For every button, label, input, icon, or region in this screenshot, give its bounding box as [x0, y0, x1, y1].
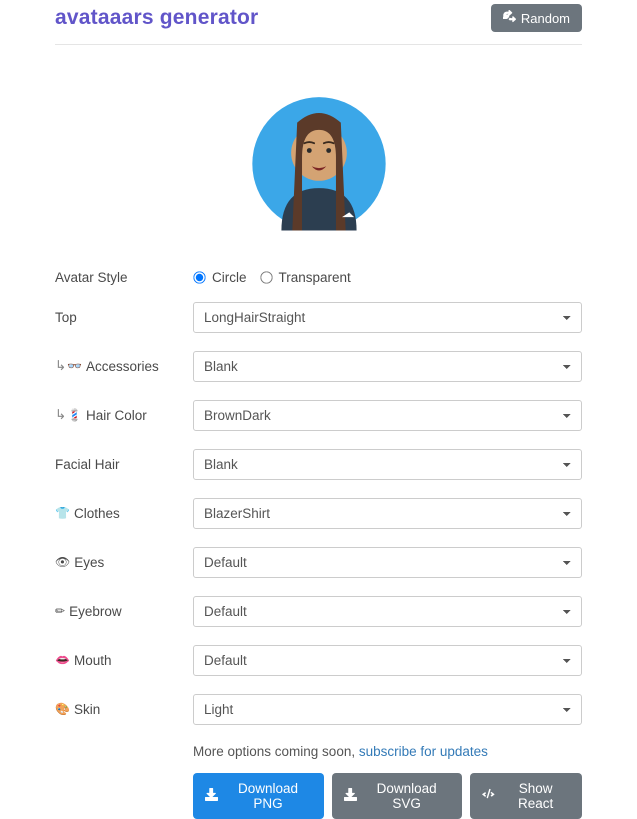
skin-select[interactable]: Light [193, 694, 582, 725]
shuffle-icon [503, 10, 516, 26]
accessories-select[interactable]: Blank [193, 351, 582, 382]
page-title: avataaars generator [55, 6, 258, 30]
avatar-style-transparent-radio[interactable] [260, 271, 272, 283]
avatar-style-label: Avatar Style [55, 270, 193, 285]
show-react-button[interactable]: Show React [470, 773, 582, 819]
eyebrow-select[interactable]: Default [193, 596, 582, 627]
avatar-preview [239, 79, 399, 239]
shirt-icon: 👕 [55, 506, 70, 520]
hair-color-label: ↳ 💈 Hair Color [55, 407, 193, 423]
mouth-label: 👄 Mouth [55, 653, 193, 668]
palette-icon: 🎨 [55, 702, 70, 716]
download-icon [205, 788, 218, 804]
facial-hair-select[interactable]: Blank [193, 449, 582, 480]
avatar-style-radio-group: Circle Transparent [193, 270, 582, 285]
eyes-select[interactable]: Default [193, 547, 582, 578]
mouth-icon: 👄 [55, 653, 70, 667]
random-button-label: Random [521, 11, 570, 26]
barber-icon: 💈 [67, 408, 82, 422]
avatar-style-transparent-label[interactable]: Transparent [279, 270, 351, 285]
top-select[interactable]: LongHairStraight [193, 302, 582, 333]
glasses-icon: 👓 [67, 359, 82, 373]
top-label: Top [55, 310, 193, 325]
eyes-label: 👁 Eyes [55, 555, 193, 570]
avatar-style-circle-radio[interactable] [193, 271, 205, 283]
mouth-select[interactable]: Default [193, 645, 582, 676]
eyebrow-label: ✏ Eyebrow [55, 604, 193, 619]
hint-text: More options coming soon, subscribe for … [193, 744, 582, 759]
facial-hair-label: Facial Hair [55, 457, 193, 472]
pencil-icon: ✏ [55, 604, 65, 618]
subscribe-link[interactable]: subscribe for updates [359, 744, 488, 759]
download-png-button[interactable]: Download PNG [193, 773, 324, 819]
eye-icon: 👁 [55, 555, 70, 569]
hair-color-select[interactable]: BrownDark [193, 400, 582, 431]
avatar-style-circle-label[interactable]: Circle [212, 270, 247, 285]
clothes-label: 👕 Clothes [55, 506, 193, 521]
accessories-label: ↳ 👓 Accessories [55, 358, 193, 374]
skin-label: 🎨 Skin [55, 702, 193, 717]
code-icon [482, 788, 495, 804]
download-icon [344, 788, 357, 804]
download-svg-button[interactable]: Download SVG [332, 773, 462, 819]
random-button[interactable]: Random [491, 4, 582, 32]
clothes-select[interactable]: BlazerShirt [193, 498, 582, 529]
